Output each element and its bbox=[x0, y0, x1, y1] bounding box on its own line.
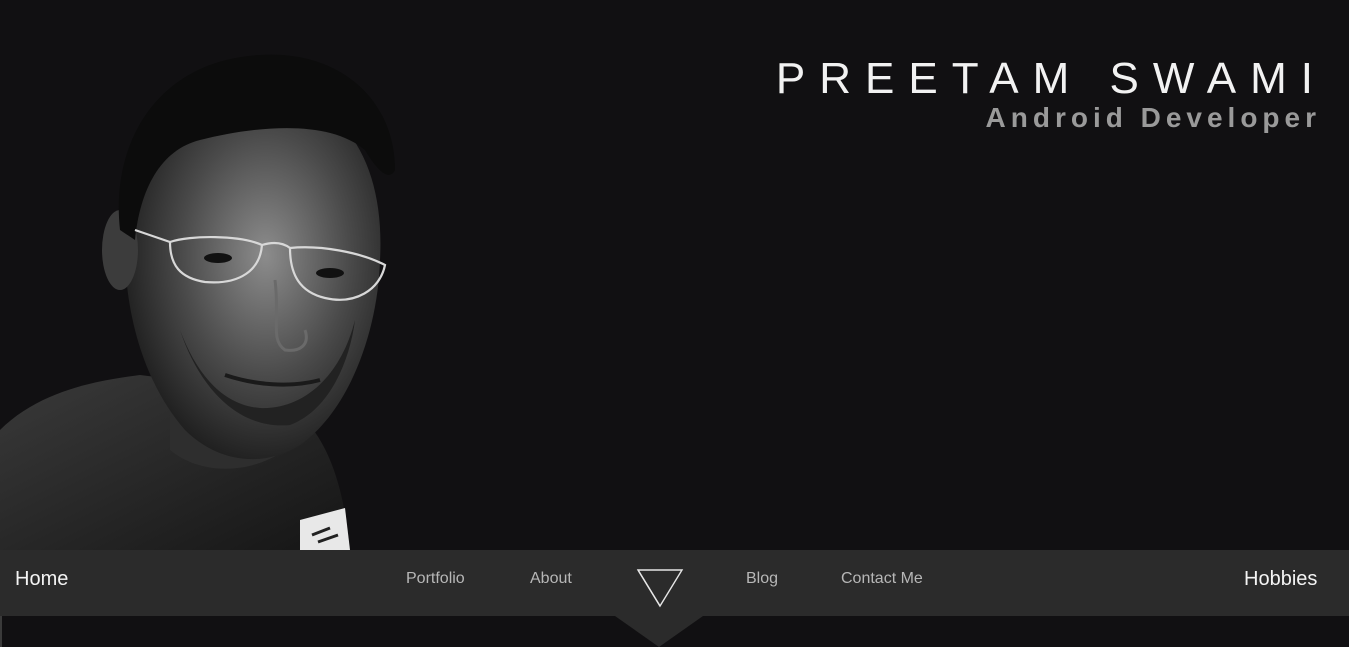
nav-portfolio-link[interactable]: Portfolio bbox=[406, 550, 465, 616]
nav-notch-pointer bbox=[615, 616, 703, 647]
hero-section: PREETAM SWAMI Android Developer bbox=[0, 0, 1349, 550]
site-owner-name: PREETAM SWAMI bbox=[775, 54, 1327, 103]
nav-home-link[interactable]: Home bbox=[15, 550, 68, 616]
profile-portrait bbox=[0, 54, 396, 550]
page-edge-divider bbox=[0, 616, 2, 647]
nav-blog-link[interactable]: Blog bbox=[746, 550, 778, 616]
triangle-down-logo-icon[interactable] bbox=[636, 566, 684, 608]
nav-hobbies-link[interactable]: Hobbies bbox=[1244, 550, 1317, 616]
main-navigation: Home Portfolio About Blog Contact Me Hob… bbox=[0, 550, 1349, 616]
nav-about-link[interactable]: About bbox=[530, 550, 572, 616]
nav-contact-link[interactable]: Contact Me bbox=[841, 550, 923, 616]
site-owner-role: Android Developer bbox=[985, 102, 1321, 133]
